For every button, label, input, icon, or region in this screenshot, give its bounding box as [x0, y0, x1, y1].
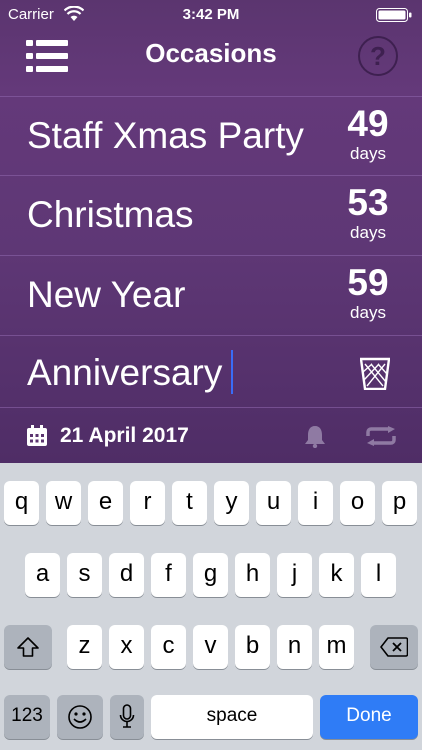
space-key[interactable]: space — [151, 695, 313, 739]
emoji-key[interactable] — [57, 695, 103, 739]
days-counter: 49 days — [338, 103, 398, 163]
dictation-key[interactable] — [110, 695, 144, 739]
key-u[interactable]: u — [256, 481, 291, 525]
key-c[interactable]: c — [151, 625, 186, 669]
date-toolbar: 21 April 2017 — [0, 407, 422, 463]
trash-icon[interactable] — [360, 356, 390, 390]
key-z[interactable]: z — [67, 625, 102, 669]
key-p[interactable]: p — [382, 481, 417, 525]
nav-header: Occasions ? — [0, 30, 422, 96]
key-r[interactable]: r — [130, 481, 165, 525]
key-d[interactable]: d — [109, 553, 144, 597]
days-counter: 53 days — [338, 182, 398, 242]
occasion-row[interactable]: New Year 59 days — [0, 255, 422, 333]
days-number: 49 — [347, 103, 389, 144]
key-q[interactable]: q — [4, 481, 39, 525]
battery-icon — [376, 8, 412, 22]
repeat-icon[interactable] — [364, 426, 398, 446]
status-bar: Carrier 3:42 PM — [0, 0, 422, 30]
keyboard: q w e r t y u i o p a s d f g h j k l z … — [0, 463, 422, 750]
key-t[interactable]: t — [172, 481, 207, 525]
help-button[interactable]: ? — [358, 36, 398, 76]
key-b[interactable]: b — [235, 625, 270, 669]
backspace-icon — [380, 637, 409, 657]
key-m[interactable]: m — [319, 625, 354, 669]
key-j[interactable]: j — [277, 553, 312, 597]
key-o[interactable]: o — [340, 481, 375, 525]
days-counter: 59 days — [338, 262, 398, 322]
days-unit: days — [350, 303, 386, 322]
key-k[interactable]: k — [319, 553, 354, 597]
status-time: 3:42 PM — [182, 6, 240, 23]
occasion-name: Staff Xmas Party — [27, 115, 304, 156]
key-f[interactable]: f — [151, 553, 186, 597]
key-w[interactable]: w — [46, 481, 81, 525]
key-x[interactable]: x — [109, 625, 144, 669]
occasion-row[interactable]: Christmas 53 days — [0, 175, 422, 253]
key-l[interactable]: l — [361, 553, 396, 597]
shift-icon — [17, 637, 39, 657]
key-h[interactable]: h — [235, 553, 270, 597]
key-y[interactable]: y — [214, 481, 249, 525]
occasion-name: New Year — [27, 274, 186, 315]
text-cursor — [231, 350, 233, 394]
delete-key[interactable] — [370, 625, 418, 669]
key-e[interactable]: e — [88, 481, 123, 525]
key-s[interactable]: s — [67, 553, 102, 597]
shift-key[interactable] — [4, 625, 52, 669]
occasion-name: Christmas — [27, 194, 194, 235]
key-v[interactable]: v — [193, 625, 228, 669]
edit-occasion-row — [0, 335, 422, 407]
key-n[interactable]: n — [277, 625, 312, 669]
days-unit: days — [350, 223, 386, 242]
key-g[interactable]: g — [193, 553, 228, 597]
calendar-icon[interactable] — [26, 425, 48, 447]
microphone-icon — [119, 704, 135, 728]
days-number: 53 — [347, 182, 389, 223]
key-i[interactable]: i — [298, 481, 333, 525]
bell-icon[interactable] — [304, 424, 326, 448]
days-unit: days — [350, 144, 386, 163]
occasion-row[interactable]: Staff Xmas Party 49 days — [0, 96, 422, 174]
done-key[interactable]: Done — [320, 695, 418, 739]
days-number: 59 — [347, 262, 389, 303]
occasion-name-input[interactable] — [27, 352, 327, 394]
emoji-icon — [68, 705, 92, 729]
numbers-key[interactable]: 123 — [4, 695, 50, 739]
occasion-date[interactable]: 21 April 2017 — [60, 424, 189, 448]
occasions-app: Carrier 3:42 PM Occasions ? Staff Xmas P… — [0, 0, 422, 463]
key-a[interactable]: a — [25, 553, 60, 597]
